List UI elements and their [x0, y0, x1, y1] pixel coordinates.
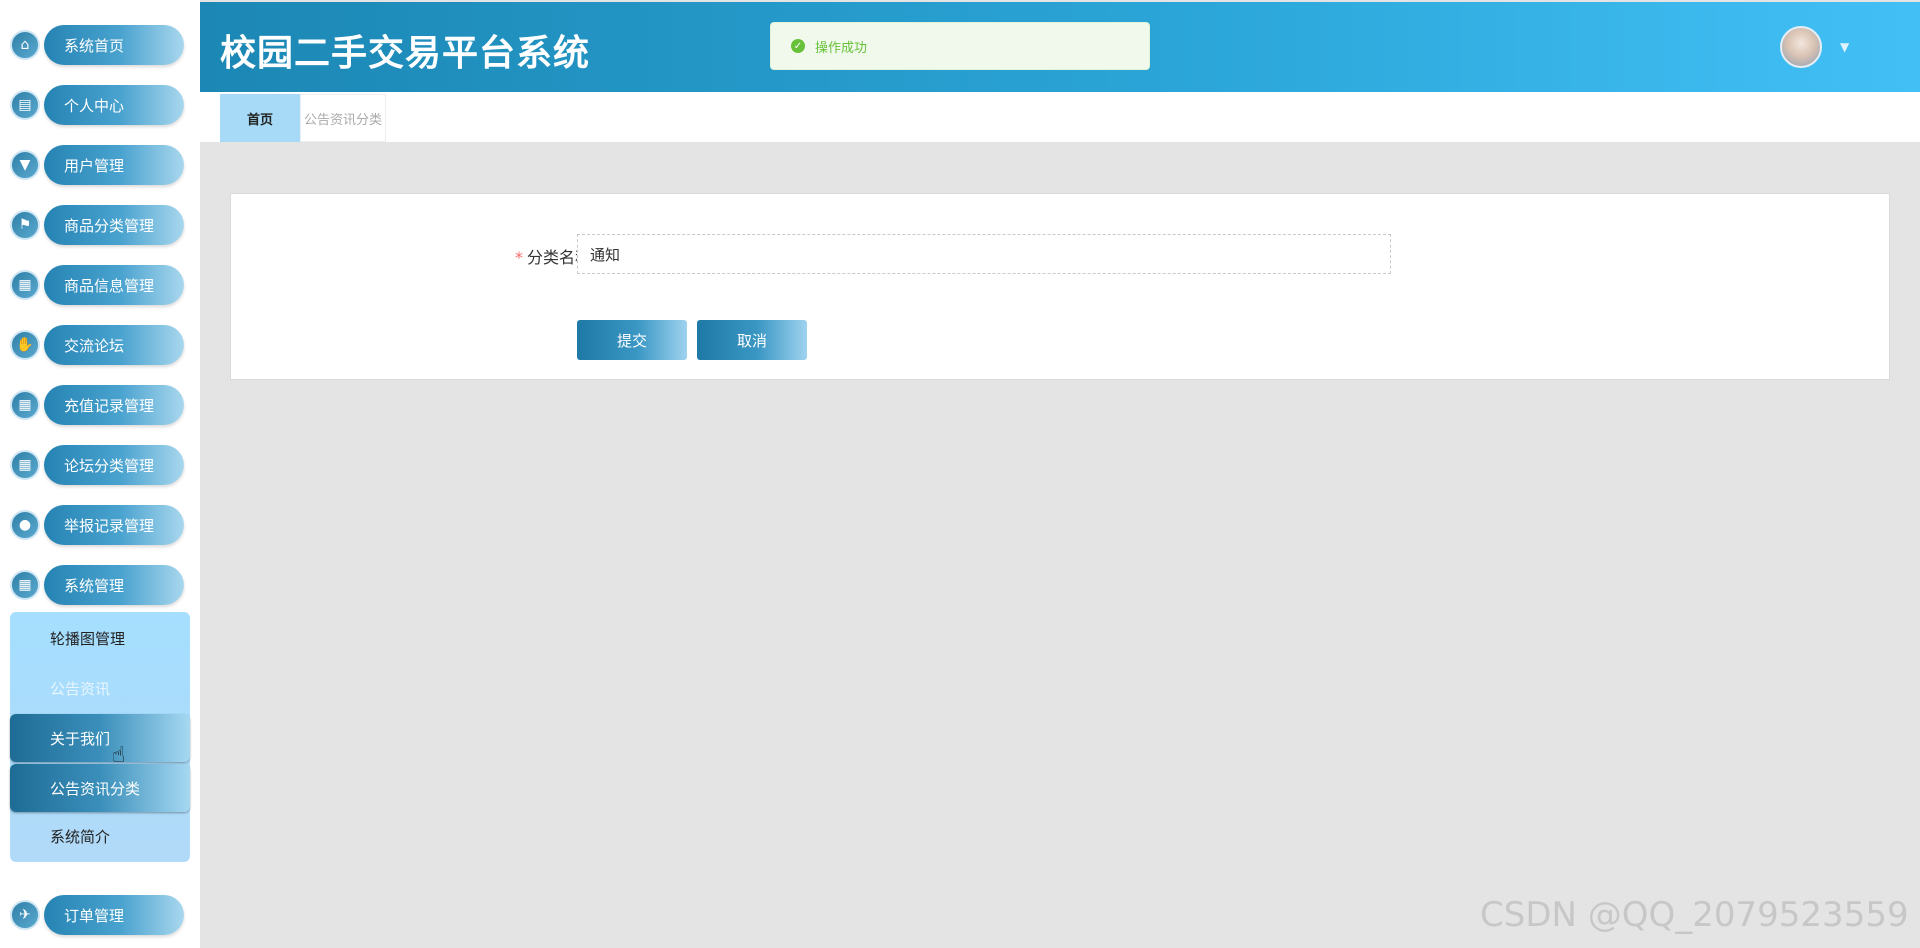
avatar[interactable] [1780, 26, 1822, 68]
tab-bar: 首页 公告资讯分类 [200, 92, 1920, 142]
id-card-icon: ▤ [10, 90, 40, 120]
sidebar-item-orders[interactable]: ✈ 订单管理 [10, 895, 185, 935]
submenu-item-carousel[interactable]: 轮播图管理 [10, 614, 190, 662]
flag-icon: ⚑ [10, 210, 40, 240]
chevron-down-icon[interactable]: ▼ [1840, 40, 1849, 54]
grid-icon: ▦ [10, 570, 40, 600]
sidebar-item-label: 商品分类管理 [44, 205, 184, 245]
toast-message: 操作成功 [815, 40, 868, 56]
sidebar-item-goods-category[interactable]: ⚑ 商品分类管理 [10, 205, 185, 245]
sidebar-item-label: 订单管理 [44, 895, 184, 935]
app-title: 校园二手交易平台系统 [220, 33, 591, 74]
sidebar-item-recharge[interactable]: ▦ 充值记录管理 [10, 385, 185, 425]
sidebar-item-goods-info[interactable]: ▦ 商品信息管理 [10, 265, 185, 305]
tab-home[interactable]: 首页 [220, 94, 300, 142]
sidebar-item-label: 交流论坛 [44, 325, 184, 365]
sidebar-item-personal-center[interactable]: ▤ 个人中心 [10, 85, 185, 125]
sidebar-item-label: 个人中心 [44, 85, 184, 125]
submenu-item-system-intro[interactable]: 系统简介 [10, 812, 190, 860]
person-icon: ● [10, 510, 40, 540]
tab-notice-category[interactable]: 公告资讯分类 [300, 94, 386, 142]
thumb-up-icon: ✋ [10, 330, 40, 360]
category-form-card: *分类名称 提交 取消 [230, 193, 1890, 380]
sidebar-item-forum-category[interactable]: ▦ 论坛分类管理 [10, 445, 185, 485]
sidebar-item-label: 用户管理 [44, 145, 184, 185]
grid-icon: ▦ [10, 450, 40, 480]
sidebar-item-home[interactable]: ⌂ 系统首页 [10, 25, 185, 65]
system-submenu: 轮播图管理 公告资讯 关于我们 公告资讯分类 系统简介 [10, 612, 190, 862]
sidebar-item-label: 系统首页 [44, 25, 184, 65]
sidebar-item-label: 论坛分类管理 [44, 445, 184, 485]
sidebar-item-report[interactable]: ● 举报记录管理 [10, 505, 185, 545]
sidebar: ⌂ 系统首页 ▤ 个人中心 ▼ 用户管理 ⚑ 商品分类管理 ▦ 商品信息管理 ✋… [0, 0, 200, 948]
hand-cursor-icon: ☝ [112, 743, 126, 768]
sidebar-item-user-manage[interactable]: ▼ 用户管理 [10, 145, 185, 185]
grid-icon: ▦ [10, 390, 40, 420]
category-name-input[interactable] [577, 234, 1391, 274]
sidebar-item-label: 商品信息管理 [44, 265, 184, 305]
submit-button[interactable]: 提交 [577, 320, 687, 360]
sidebar-item-label: 系统管理 [44, 565, 184, 605]
submenu-item-notice[interactable]: 公告资讯 [10, 664, 190, 712]
watermark: CSDN @QQ_2079523559 [1480, 895, 1909, 935]
grid-table-icon: ▦ [10, 270, 40, 300]
success-toast: ✓ 操作成功 [770, 22, 1150, 70]
paper-plane-icon: ✈ [10, 900, 40, 930]
submenu-item-notice-category[interactable]: 公告资讯分类 [10, 764, 190, 812]
sidebar-item-forum[interactable]: ✋ 交流论坛 [10, 325, 185, 365]
category-name-label: * 分类名称 [491, 244, 591, 268]
required-mark: * [514, 248, 523, 267]
sidebar-item-label: 举报记录管理 [44, 505, 184, 545]
user-manage-icon: ▼ [10, 150, 40, 180]
home-icon: ⌂ [10, 30, 40, 60]
cancel-button[interactable]: 取消 [697, 320, 807, 360]
check-circle-icon: ✓ [791, 39, 805, 53]
sidebar-item-label: 充值记录管理 [44, 385, 184, 425]
sidebar-item-system[interactable]: ▦ 系统管理 [10, 565, 185, 605]
submenu-item-about-us[interactable]: 关于我们 [10, 714, 190, 762]
